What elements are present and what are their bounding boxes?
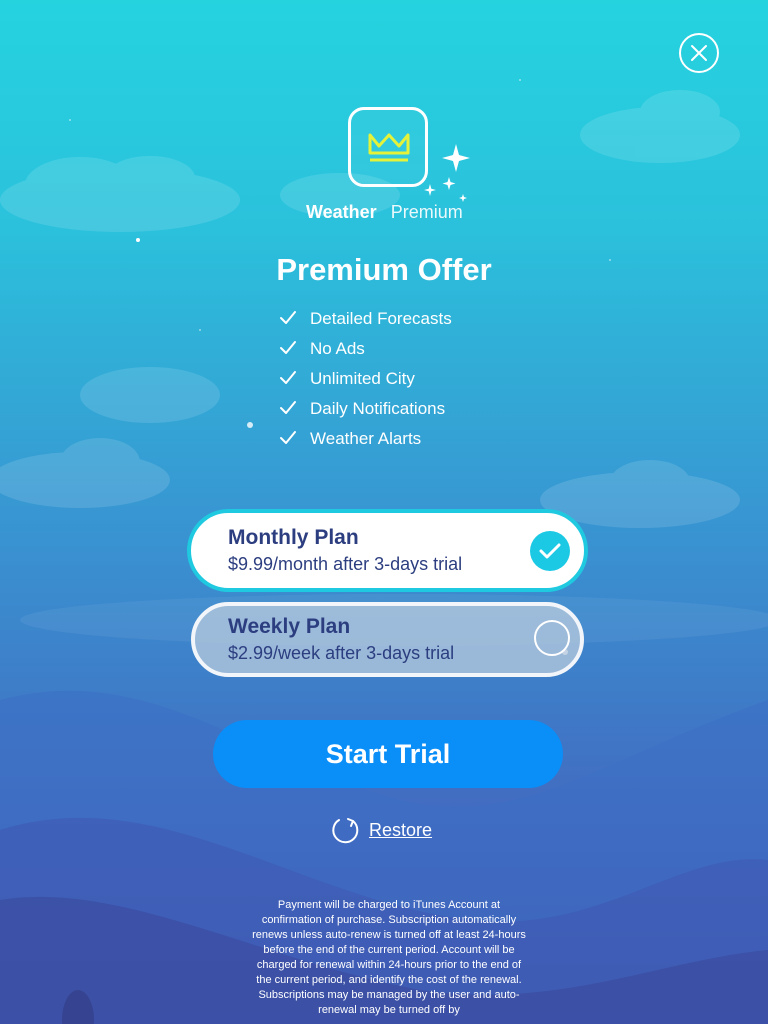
- check-icon: [280, 371, 296, 384]
- feature-label: Detailed Forecasts: [310, 309, 452, 328]
- brand-name: Weather: [306, 202, 377, 222]
- monthly-plan-option[interactable]: Monthly Plan $9.99/month after 3-days tr…: [191, 513, 584, 588]
- feature-list: Detailed Forecasts No Ads Unlimited City…: [280, 304, 452, 454]
- feature-label: Daily Notifications: [310, 399, 446, 418]
- feature-label: No Ads: [310, 339, 365, 358]
- unselected-radio-icon: [534, 620, 570, 656]
- start-trial-button[interactable]: Start Trial: [213, 720, 563, 788]
- app-logo: [348, 107, 428, 187]
- weekly-plan-option[interactable]: Weekly Plan $2.99/week after 3-days tria…: [191, 602, 584, 677]
- list-item: Weather Alarts: [280, 424, 452, 454]
- check-icon: [280, 341, 296, 354]
- list-item: No Ads: [280, 334, 452, 364]
- plan-name: Monthly Plan: [228, 526, 359, 549]
- restore-button[interactable]: Restore: [331, 815, 432, 845]
- sparkle-icon: [424, 144, 470, 202]
- legal-text: Payment will be charged to iTunes Accoun…: [252, 899, 526, 1016]
- brand-tier: Premium: [390, 202, 463, 222]
- plan-name: Weekly Plan: [228, 615, 351, 638]
- close-button[interactable]: [679, 33, 719, 73]
- list-item: Unlimited City: [280, 364, 452, 394]
- check-icon: [280, 401, 296, 414]
- feature-label: Unlimited City: [310, 369, 415, 388]
- selected-check-icon: [530, 531, 570, 571]
- crown-icon: [368, 133, 410, 162]
- page-title: Premium Offer: [276, 252, 492, 287]
- brand-wordmark: Weather Premium: [306, 202, 506, 223]
- close-icon: [691, 45, 707, 61]
- list-item: Daily Notifications: [280, 394, 452, 424]
- list-item: Detailed Forecasts: [280, 304, 452, 334]
- check-icon: [280, 311, 296, 324]
- refresh-icon: [332, 818, 359, 844]
- feature-label: Weather Alarts: [310, 429, 422, 448]
- restore-label: Restore: [369, 819, 433, 840]
- plan-price: $2.99/week after 3-days trial: [228, 643, 455, 663]
- plan-price: $9.99/month after 3-days trial: [228, 554, 463, 574]
- check-icon: [280, 431, 296, 444]
